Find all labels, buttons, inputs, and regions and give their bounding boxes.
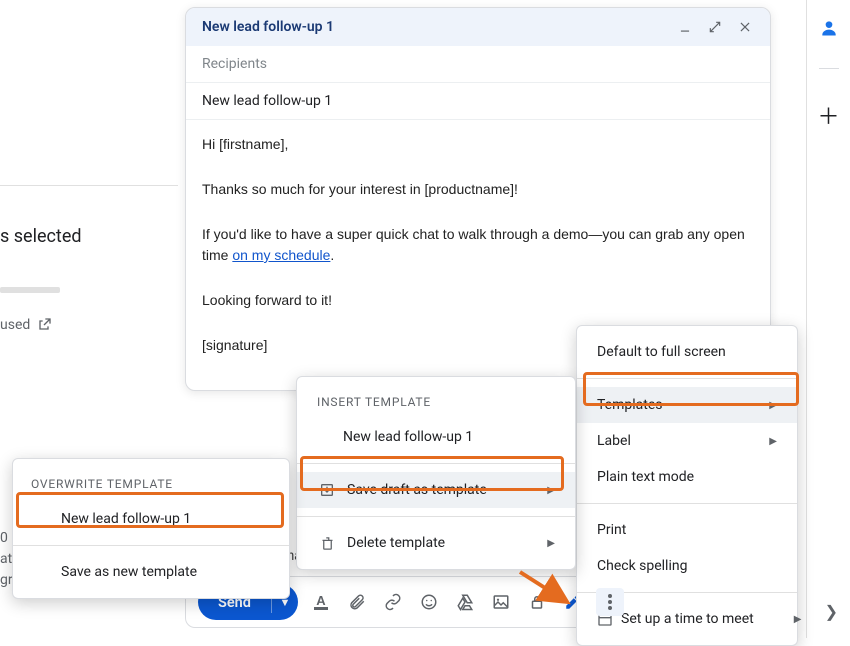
- menu-default-fullscreen[interactable]: Default to full screen: [577, 334, 797, 370]
- rail-divider: [819, 68, 839, 69]
- expand-sidepanel-icon[interactable]: ❯: [825, 602, 838, 621]
- save-as-new-template[interactable]: Save as new template: [13, 554, 289, 590]
- background-panel: s selected used: [0, 185, 178, 333]
- account-icon[interactable]: [819, 18, 839, 38]
- more-options-button[interactable]: [596, 588, 624, 616]
- image-icon[interactable]: [492, 593, 510, 611]
- save-draft-as-template[interactable]: Save draft as template▶: [297, 472, 575, 508]
- storage-bar: [0, 287, 60, 293]
- drive-icon[interactable]: [456, 593, 474, 611]
- open-external-icon: [36, 317, 52, 333]
- subject-field[interactable]: New lead follow-up 1: [186, 83, 770, 120]
- add-icon[interactable]: ＋: [817, 99, 839, 131]
- menu-plain-text[interactable]: Plain text mode: [577, 459, 797, 495]
- right-rail: ＋: [806, 0, 850, 638]
- insert-template-header: INSERT TEMPLATE: [297, 393, 575, 419]
- schedule-link[interactable]: on my schedule: [232, 247, 330, 263]
- menu-spelling[interactable]: Check spelling: [577, 548, 797, 584]
- save-icon: [317, 482, 337, 498]
- overwrite-item-1[interactable]: New lead follow-up 1: [13, 501, 289, 537]
- body-greeting: Hi [firstname],: [202, 134, 754, 155]
- selection-status: s selected: [0, 226, 178, 247]
- menu-print[interactable]: Print: [577, 512, 797, 548]
- link-icon[interactable]: [384, 593, 402, 611]
- minimize-button[interactable]: [676, 18, 694, 36]
- fullscreen-button[interactable]: [706, 18, 724, 36]
- close-button[interactable]: [736, 18, 754, 36]
- delete-template[interactable]: Delete template▶: [297, 525, 575, 561]
- storage-used[interactable]: used: [0, 317, 178, 333]
- format-toggle-button[interactable]: A: [312, 593, 330, 611]
- compose-title: New lead follow-up 1: [202, 19, 334, 35]
- confidential-icon[interactable]: [528, 593, 546, 611]
- menu-templates[interactable]: Templates▶: [577, 387, 797, 423]
- overwrite-header: OVERWRITE TEMPLATE: [13, 475, 289, 501]
- templates-submenu: INSERT TEMPLATE New lead follow-up 1 Sav…: [296, 376, 576, 570]
- attach-icon[interactable]: [348, 593, 366, 611]
- body-thanks: Thanks so much for your interest in [pro…: [202, 179, 754, 200]
- trash-icon: [317, 536, 337, 551]
- overwrite-submenu: OVERWRITE TEMPLATE New lead follow-up 1 …: [12, 458, 290, 599]
- body-pitch: If you'd like to have a super quick chat…: [202, 224, 754, 266]
- template-item-1[interactable]: New lead follow-up 1: [297, 419, 575, 455]
- body-closing: Looking forward to it!: [202, 290, 754, 311]
- recipients-field[interactable]: Recipients: [186, 46, 770, 83]
- compose-header: New lead follow-up 1: [186, 8, 770, 46]
- menu-label[interactable]: Label▶: [577, 423, 797, 459]
- emoji-icon[interactable]: [420, 593, 438, 611]
